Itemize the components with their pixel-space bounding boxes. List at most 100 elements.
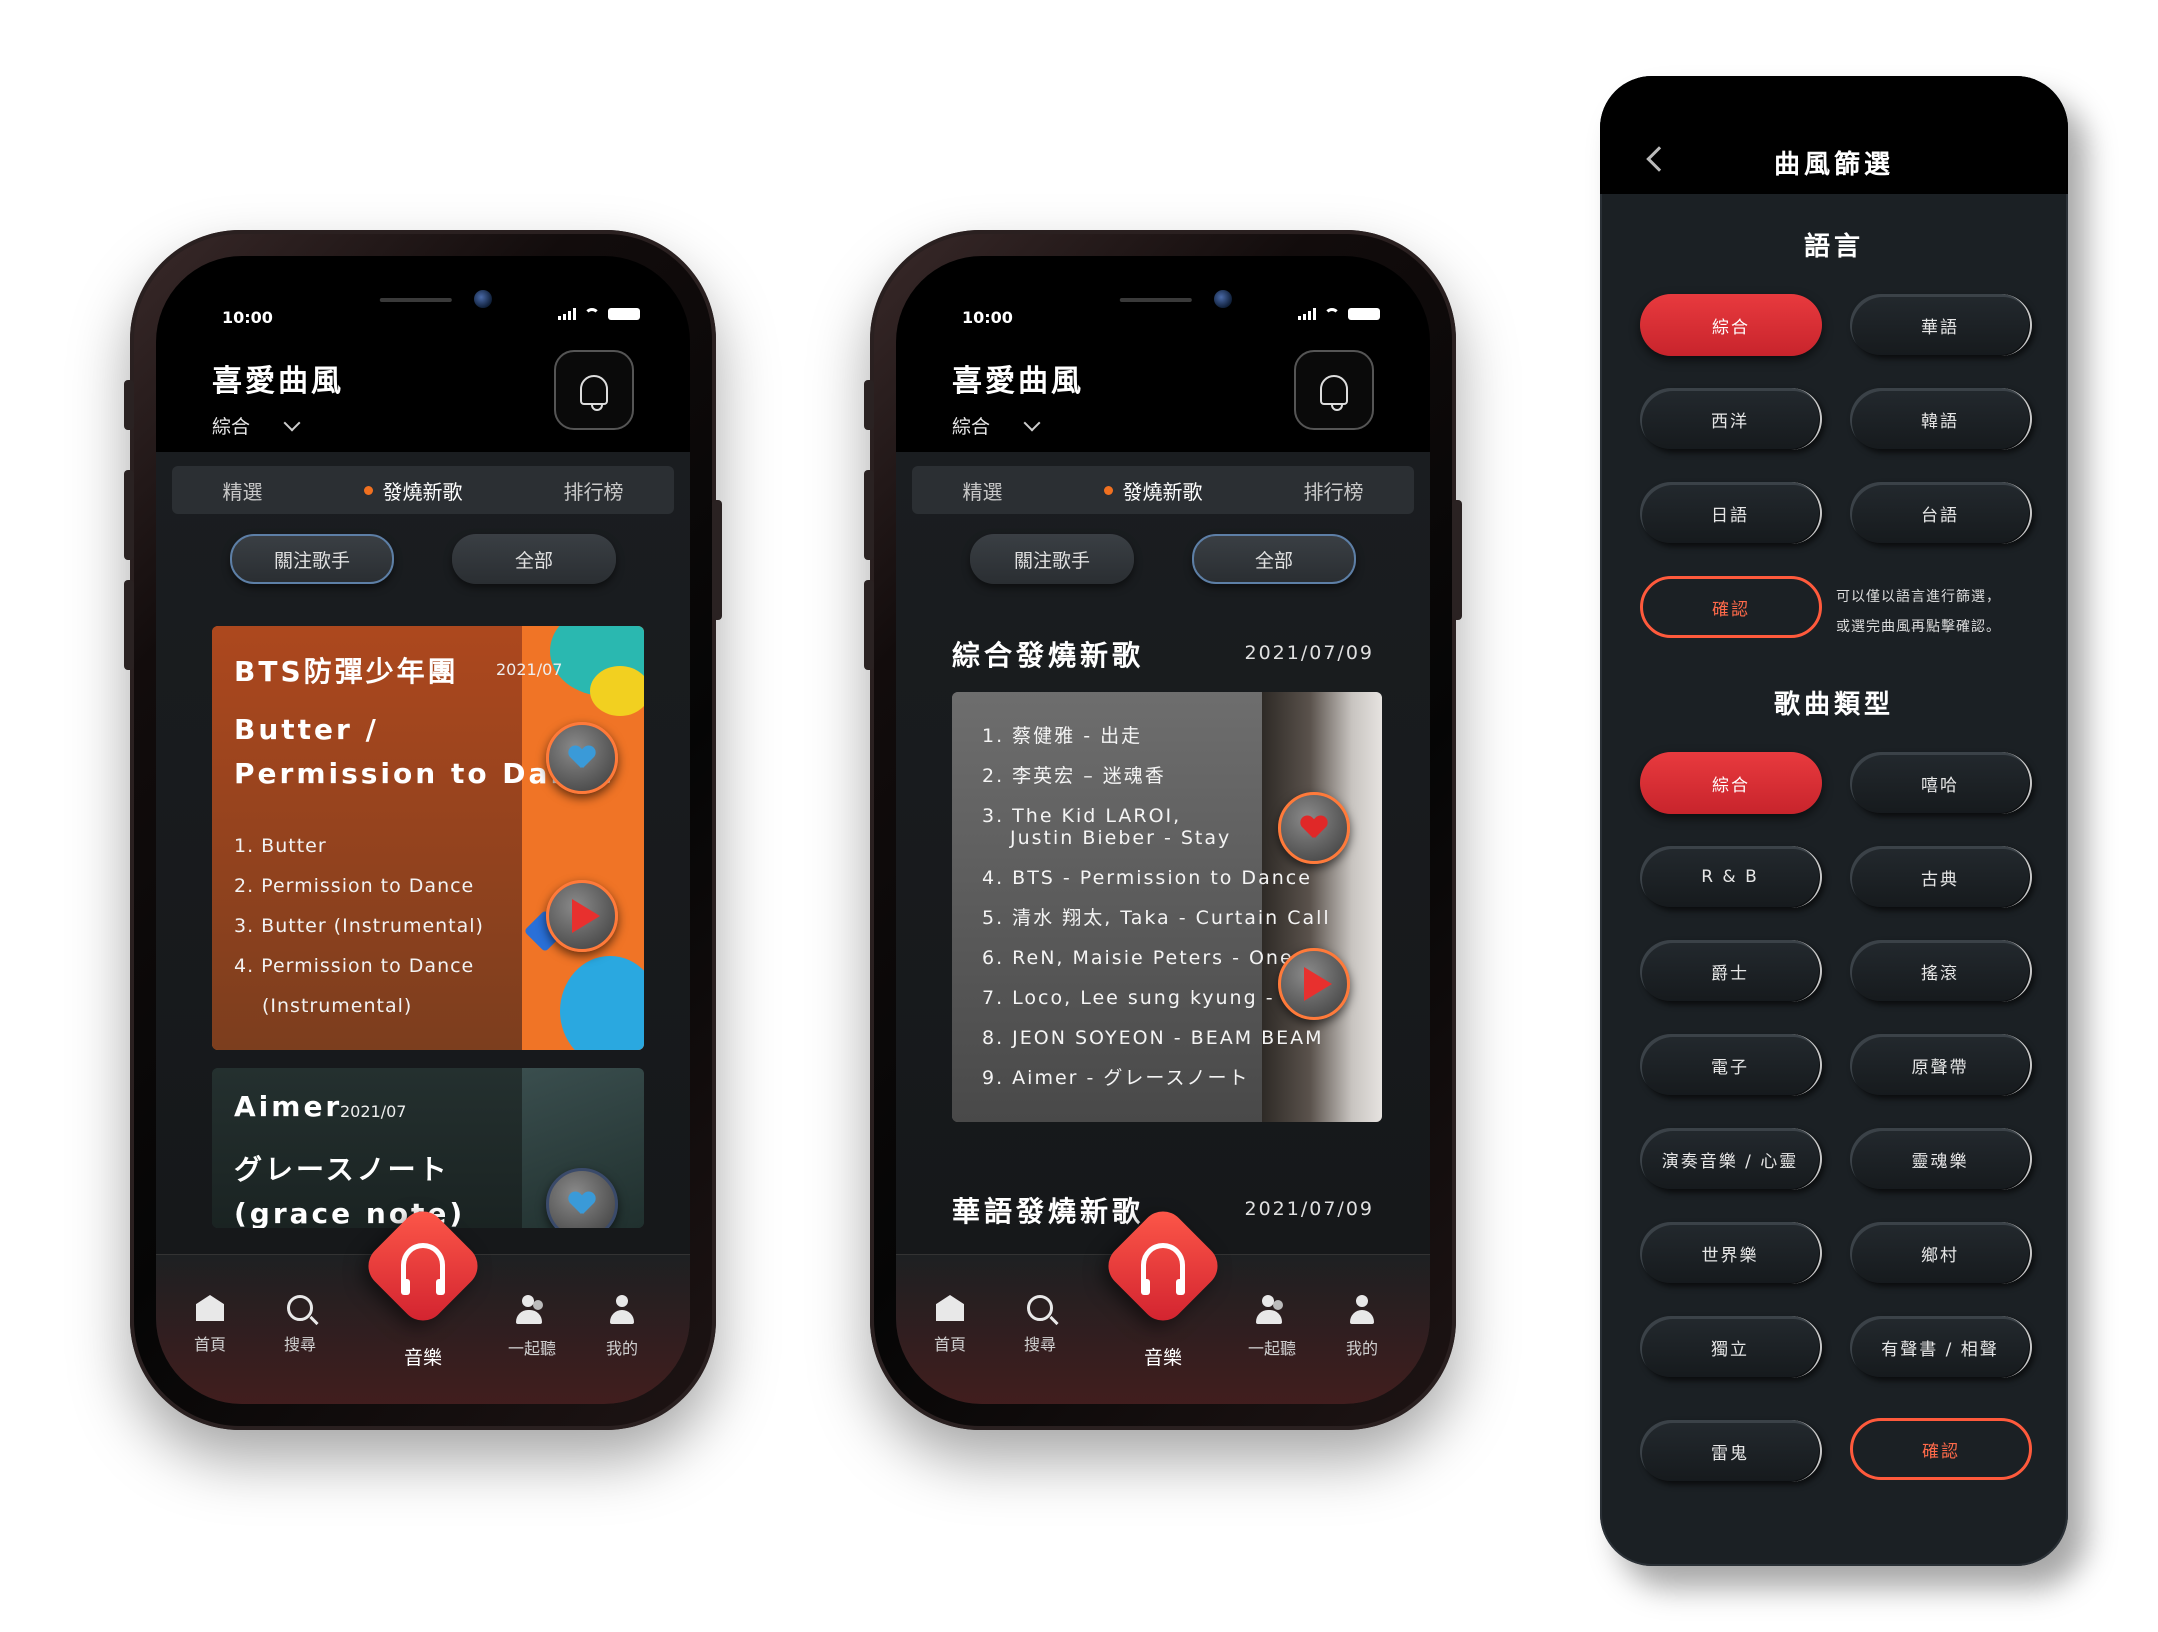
genre-option-indie[interactable]: 獨立 [1640,1316,1822,1378]
album-art [520,626,644,1050]
lang-option-taiwanese[interactable]: 台語 [1850,482,2032,544]
play-icon [1304,967,1332,1001]
genre-option-rock[interactable]: 搖滾 [1850,940,2032,1002]
group-icon [1256,1295,1288,1325]
language-value: 綜合 [952,416,991,438]
lang-option-japanese[interactable]: 日語 [1640,482,1822,544]
album-card-bts[interactable]: BTS防彈少年團 Butter / Permission to Dance 1.… [212,626,644,1050]
user-icon [1348,1295,1376,1325]
track-list: 1. Butter 2. Permission to Dance 3. Butt… [234,826,484,1026]
nav-together[interactable]: 一起聽 [1232,1295,1312,1359]
tab-ranking[interactable]: 排行榜 [1304,476,1364,505]
nav-mine[interactable]: 我的 [582,1295,662,1359]
hot-chart-card[interactable]: 1. 蔡健雅 - 出走 2. 李英宏 – 迷魂香 3. The Kid LARO… [952,692,1382,1122]
wifi-icon [584,308,600,320]
active-dot-icon [1103,485,1113,495]
favorite-button[interactable] [1278,792,1350,864]
artist-name: Aimer [234,1090,343,1123]
release-date: 2021/07 [340,1102,407,1121]
status-icons [1298,308,1380,320]
phone-screen: 10:00 喜愛曲風 綜合 精選 發燒新歌 排行榜 關注歌手 全部 綜合發燒新歌 [896,256,1430,1404]
chart-list: 1. 蔡健雅 - 出走 2. 李英宏 – 迷魂香 3. The Kid LARO… [982,716,1331,1098]
nav-search[interactable]: 搜尋 [1000,1295,1080,1355]
genre-option-electronic[interactable]: 電子 [1640,1034,1822,1096]
battery-icon [608,308,640,320]
genre-option-rnb[interactable]: R & B [1640,846,1822,908]
genre-option-country[interactable]: 鄉村 [1850,1222,2032,1284]
home-icon [936,1295,964,1321]
bell-icon [580,375,608,411]
camera-icon [1214,290,1232,308]
language-value: 綜合 [212,416,251,438]
user-icon [608,1295,636,1325]
tab-featured[interactable]: 精選 [963,476,1003,505]
heart-icon [569,746,595,770]
tab-hot-new[interactable]: 發燒新歌 [1103,476,1203,505]
list-item: 4. Permission to Dance [234,955,475,977]
all-button[interactable]: 全部 [1192,534,1356,584]
genre-confirm-button[interactable]: 確認 [1850,1418,2032,1480]
nav-home[interactable]: 首頁 [170,1295,250,1355]
play-button[interactable] [1278,948,1350,1020]
headphones-icon [1141,1243,1185,1295]
bottom-nav: 首頁 搜尋 音樂 一起聽 我的 [896,1202,1430,1404]
chevron-down-icon [283,414,301,431]
play-button[interactable] [546,880,618,952]
genre-option-soundtrack[interactable]: 原聲帶 [1850,1034,2032,1096]
followed-artists-button[interactable]: 關注歌手 [970,534,1134,584]
status-time: 10:00 [222,308,273,327]
lang-option-western[interactable]: 西洋 [1640,388,1822,450]
genre-option-world[interactable]: 世界樂 [1640,1222,1822,1284]
favorite-button[interactable] [546,722,618,794]
list-item: 8. JEON SOYEON - BEAM BEAM [982,1027,1324,1049]
nav-mine[interactable]: 我的 [1322,1295,1402,1359]
nav-together[interactable]: 一起聽 [492,1295,572,1359]
notification-button[interactable] [554,350,634,430]
genre-option-classical[interactable]: 古典 [1850,846,2032,908]
section-title: 綜合發燒新歌 [952,639,1145,672]
home-icon [196,1295,224,1321]
nav-home[interactable]: 首頁 [910,1295,990,1355]
genre-option-jazz[interactable]: 爵士 [1640,940,1822,1002]
page-title: 喜愛曲風 [952,364,1084,399]
battery-icon [1348,308,1380,320]
genre-option-all[interactable]: 綜合 [1640,752,1822,814]
list-item: 9. Aimer - グレースノート [982,1067,1250,1089]
list-item: 2. Permission to Dance [234,875,475,897]
main-content: 精選 發燒新歌 排行榜 關注歌手 全部 BTS防彈少年團 Butter / Pe… [156,452,690,1404]
genre-option-hiphop[interactable]: 嘻哈 [1850,752,2032,814]
nav-search[interactable]: 搜尋 [260,1295,340,1355]
genre-filter-screen: 曲風篩選 語言 綜合 華語 西洋 韓語 日語 台語 確認 可以僅以語言進行篩選，… [1600,76,2068,1566]
lang-option-korean[interactable]: 韓語 [1850,388,2032,450]
genre-option-soul[interactable]: 靈魂樂 [1850,1128,2032,1190]
section-date: 2021/07/09 [1244,1198,1374,1220]
lang-option-mandarin[interactable]: 華語 [1850,294,2032,356]
list-item: 1. 蔡健雅 - 出走 [982,725,1143,747]
language-dropdown[interactable]: 綜合 [212,412,301,439]
album-info-panel: Aimer 2021/07 グレースノート (grace note) [212,1068,522,1228]
followed-artists-button[interactable]: 關注歌手 [230,534,394,584]
album-card-aimer[interactable]: Aimer 2021/07 グレースノート (grace note) [212,1068,644,1228]
tab-ranking[interactable]: 排行榜 [564,476,624,505]
genre-option-instrumental[interactable]: 演奏音樂 / 心靈 [1640,1128,1822,1190]
notification-button[interactable] [1294,350,1374,430]
headphones-icon [401,1243,445,1295]
tab-hot-new[interactable]: 發燒新歌 [363,476,463,505]
language-dropdown[interactable]: 綜合 [952,412,1041,439]
tab-featured[interactable]: 精選 [223,476,263,505]
all-button[interactable]: 全部 [452,534,616,584]
status-time: 10:00 [962,308,1013,327]
lang-confirm-button[interactable]: 確認 [1640,576,1822,638]
lang-option-all[interactable]: 綜合 [1640,294,1822,356]
heart-icon [1301,816,1327,840]
list-item: 5. 清水 翔太, Taka - Curtain Call [982,907,1331,929]
list-item: (Instrumental) [262,995,413,1017]
search-icon [287,1295,313,1321]
signal-icon [558,308,576,320]
genre-option-audiobook[interactable]: 有聲書 / 相聲 [1850,1316,2032,1378]
camera-icon [474,290,492,308]
phone-screen: 10:00 喜愛曲風 綜合 精選 發燒新歌 排行榜 關注歌手 全部 BTS防彈少… [156,256,690,1404]
nav-music-label: 音樂 [403,1347,443,1369]
genre-option-reggae[interactable]: 雷鬼 [1640,1420,1822,1482]
chevron-down-icon [1023,414,1041,431]
